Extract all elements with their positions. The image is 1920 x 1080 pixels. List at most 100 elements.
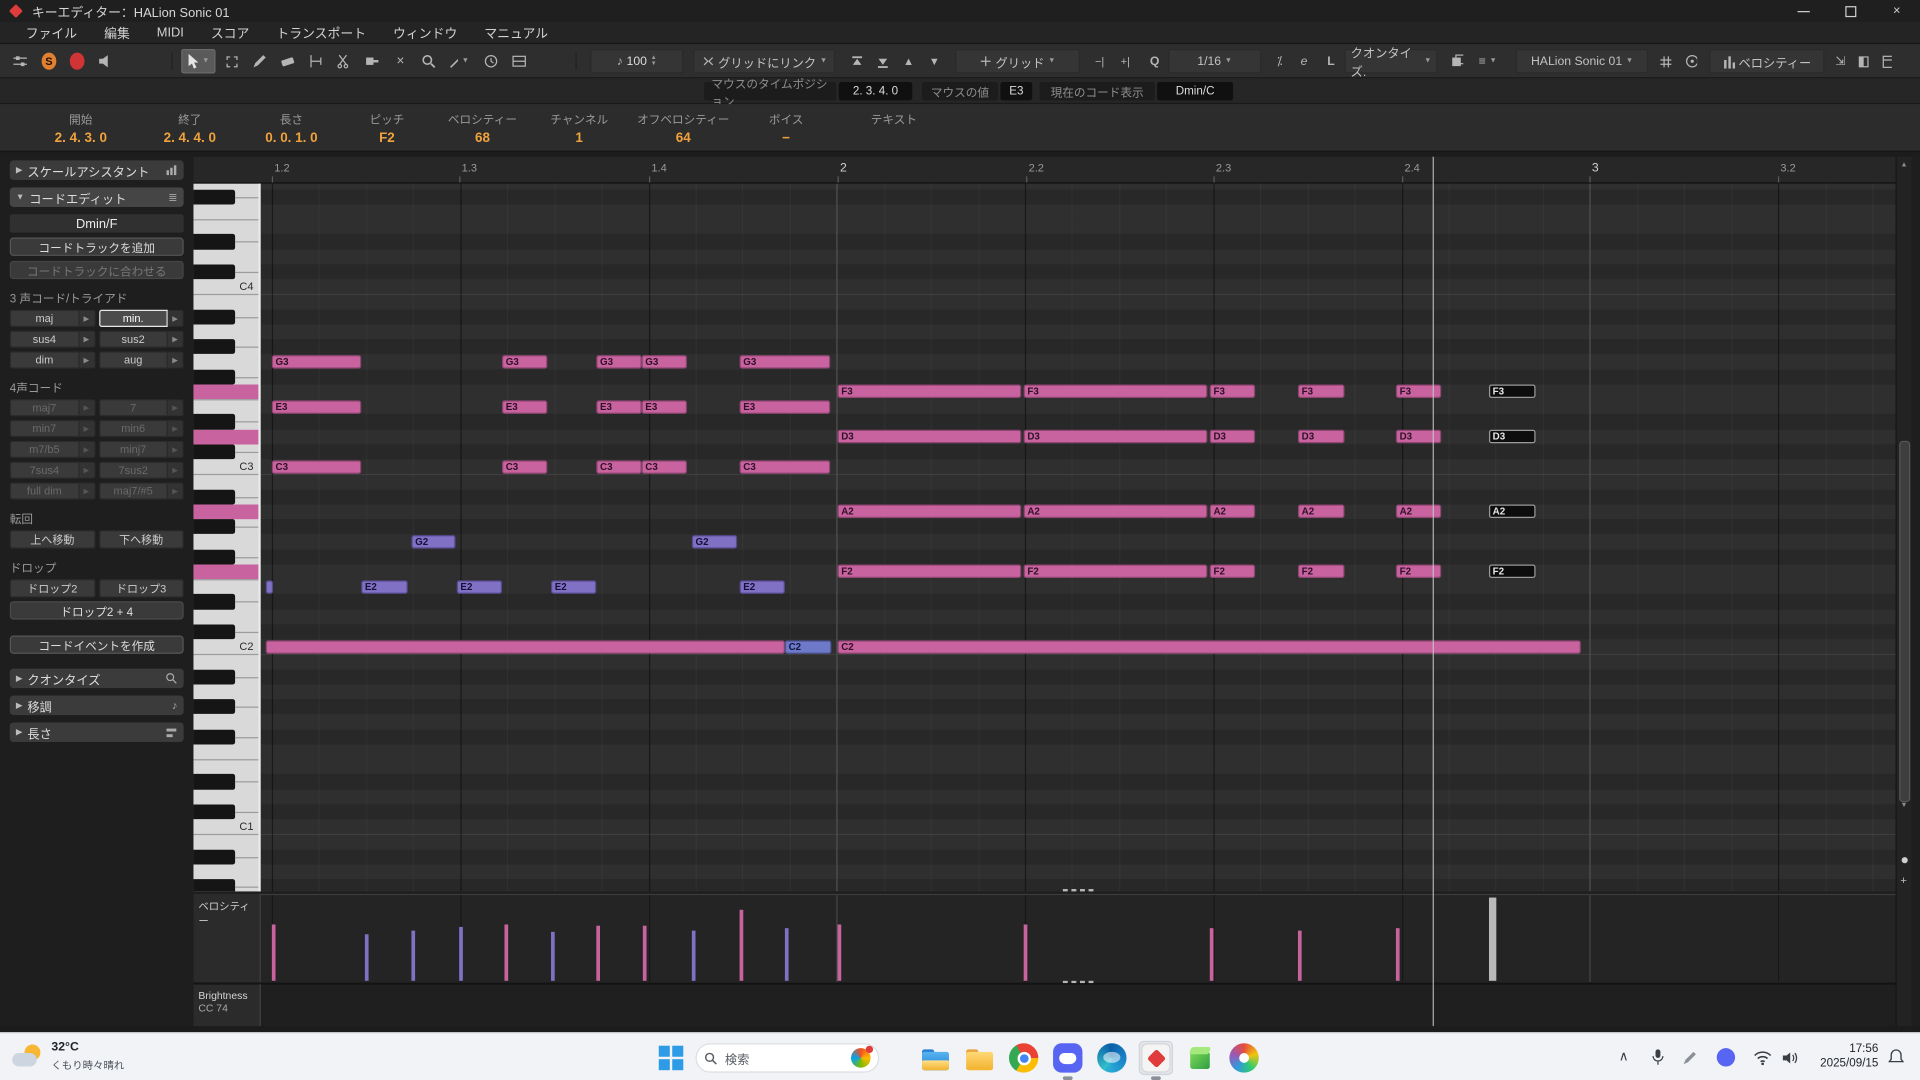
chord-button-arrow-icon[interactable]: ▶ [79,331,95,348]
midi-note[interactable]: F2 [1396,565,1441,578]
midi-note[interactable]: C3 [502,460,547,473]
drop-button-ドロップ3[interactable]: ドロップ3 [99,579,184,597]
nudge-end-icon[interactable]: +| [1113,49,1137,73]
swing-icon[interactable]: ⁒ [1269,49,1291,73]
pattern-tool[interactable] [506,49,533,73]
part-edit-mode-dropdown[interactable]: ≡▼ [1471,49,1505,73]
midi-note[interactable]: F2 [1210,565,1255,578]
midi-note[interactable]: A2 [1210,505,1255,518]
select-tool[interactable]: ▼ [181,49,215,73]
midi-note[interactable]: D3 [1210,430,1255,443]
info-field-value[interactable]: 68 [475,131,490,146]
grid-type-dropdown[interactable]: グリッド▼ [955,49,1080,73]
match-chord-track-button[interactable]: コードトラックに合わせる [10,261,184,279]
drop-2-4-button[interactable]: ドロップ2 + 4 [10,601,184,619]
info-field-value[interactable]: 64 [676,131,691,146]
chord-button-arrow-icon[interactable]: ▶ [168,399,184,416]
piano-key-black[interactable] [193,669,235,684]
chord-button-dim[interactable]: dim [10,351,79,368]
quantize-panel-icon[interactable]: e [1293,49,1315,73]
insert-velocity-value[interactable]: 100 [627,54,647,67]
chord-button-maj7[interactable]: maj7 [10,399,79,416]
info-field-value[interactable]: 0. 0. 1. 0 [265,131,317,146]
piano-key-black[interactable] [193,444,235,459]
discord-tray-icon[interactable] [1717,1048,1735,1066]
midi-note[interactable]: D3 [1396,430,1441,443]
piano-key-black[interactable] [193,414,235,429]
discord-icon[interactable] [1051,1041,1085,1075]
midi-note[interactable]: C3 [740,460,831,473]
midi-note[interactable]: E3 [740,400,831,413]
chord-button-7sus2[interactable]: 7sus2 [99,462,168,479]
nudge-start-icon[interactable]: −| [1087,49,1111,73]
nudge-down-icon[interactable] [871,49,895,73]
length-quantize-dropdown[interactable]: クオンタイズ.▼ [1344,49,1437,73]
quantize-preset-dropdown[interactable]: 1/16▼ [1168,49,1261,73]
midi-note[interactable]: A2 [1489,505,1536,518]
midi-note[interactable]: C3 [272,460,361,473]
vertical-scrollbar[interactable]: ▲ ▼ + [1896,157,1912,1026]
piano-key-black[interactable] [193,594,235,609]
midi-note[interactable]: G3 [272,355,361,368]
velocity-bar[interactable] [1489,898,1496,981]
info-field-value[interactable]: − [782,131,790,146]
solo-button[interactable]: S [36,49,63,73]
show-pads-icon[interactable] [1653,49,1677,73]
info-field-value[interactable]: F2 [379,131,395,146]
volume-icon[interactable] [1782,1049,1799,1071]
midi-note[interactable]: F3 [1210,385,1255,398]
move-up-icon[interactable]: ▲ [896,49,920,73]
piano-key-black[interactable] [193,729,235,744]
info-field[interactable]: 長さ0. 0. 1. 0 [242,110,340,146]
chord-button-aug[interactable]: aug [99,351,168,368]
velocity-bar[interactable] [1210,928,1214,981]
midi-note[interactable]: E2 [740,580,785,593]
insert-velocity-field[interactable]: ♪ 100 ▲▼ [590,49,683,73]
section-chord-edit[interactable]: ▼ コードエディット ≣ [10,187,184,207]
midi-note[interactable]: E3 [642,400,687,413]
add-chord-track-button[interactable]: コードトラックを追加 [10,238,184,256]
midi-note[interactable]: C2 [838,640,1581,653]
info-field-value[interactable]: 1 [575,131,583,146]
cubase-icon[interactable] [1139,1041,1173,1075]
piano-key-black[interactable] [193,309,235,324]
midi-note[interactable] [266,580,273,593]
erase-tool[interactable] [274,49,301,73]
acoustic-feedback-icon[interactable] [92,49,119,73]
chord-button-7sus4[interactable]: 7sus4 [10,462,79,479]
chord-button-maj7/#5[interactable]: maj7/#5 [99,482,168,499]
piano-key-black[interactable] [193,234,235,249]
midi-note[interactable]: G3 [596,355,641,368]
midi-note[interactable]: C3 [596,460,641,473]
midi-note[interactable]: G3 [642,355,687,368]
chrome-icon[interactable] [1007,1041,1041,1075]
velocity-bar[interactable] [785,928,789,981]
midi-note[interactable]: F2 [1489,565,1536,578]
tray-clock[interactable]: 17:56 2025/09/15 [1810,1042,1879,1071]
midi-note[interactable]: A2 [1396,505,1441,518]
info-field[interactable]: 開始2. 4. 3. 0 [24,110,137,146]
piano-key-black[interactable] [193,189,235,204]
chord-button-arrow-icon[interactable]: ▶ [79,441,95,458]
part-selector-dropdown[interactable]: HALion Sonic 01▼ [1516,49,1648,73]
velocity-lane[interactable] [261,894,1896,982]
tray-chevron-icon[interactable]: ∧ [1619,1048,1629,1064]
velocity-bar[interactable] [551,932,555,981]
midi-note[interactable]: C3 [642,460,687,473]
independent-loop-icon[interactable] [1679,49,1703,73]
length-l-icon[interactable]: L [1320,49,1342,73]
chord-button-arrow-icon[interactable]: ▶ [168,331,184,348]
chord-button-m7/b5[interactable]: m7/b5 [10,441,79,458]
zoom-dot-icon[interactable] [1902,857,1908,863]
midi-note[interactable]: F3 [838,385,1022,398]
maximize-button[interactable] [1827,0,1874,22]
chord-button-arrow-icon[interactable]: ▶ [168,462,184,479]
notification-bell-icon[interactable] [1888,1048,1904,1071]
line-tool[interactable]: ▼ [443,49,475,73]
chord-button-arrow-icon[interactable]: ▶ [168,310,184,327]
event-colors-dropdown[interactable]: ベロシティー [1709,49,1824,73]
chord-button-minj7[interactable]: minj7 [99,441,168,458]
record-button[interactable] [64,49,91,73]
copilot-icon[interactable] [851,1048,871,1068]
info-field[interactable]: ボイス− [740,110,833,146]
